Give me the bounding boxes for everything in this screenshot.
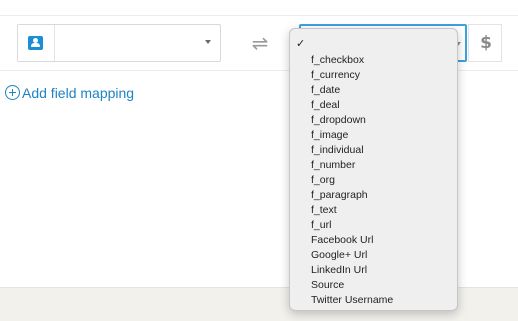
plus-circle-icon [5,85,20,100]
dropdown-option[interactable]: f_checkbox [290,53,457,68]
dropdown-option[interactable]: Facebook Url [290,233,457,248]
dropdown-option[interactable]: f_date [290,83,457,98]
dropdown-options-list: f_checkboxf_currencyf_datef_dealf_dropdo… [290,36,457,308]
dropdown-option[interactable]: f_number [290,158,457,173]
dropdown-option[interactable]: f_dropdown [290,113,457,128]
target-field-dropdown-menu[interactable]: f_checkboxf_currencyf_datef_dealf_dropdo… [289,28,458,311]
dropdown-option[interactable]: Source [290,278,457,293]
person-card-icon [28,36,43,50]
add-field-mapping-label: Add field mapping [22,85,135,101]
chevron-down-icon [205,40,211,44]
add-field-mapping-link[interactable]: Add field mapping [5,84,134,102]
currency-icon: $ [480,33,492,53]
swap-arrows-icon: ⇌ [251,31,269,55]
dropdown-option[interactable]: LinkedIn Url [290,263,457,278]
dropdown-option[interactable]: f_org [290,173,457,188]
dropdown-option[interactable]: f_deal [290,98,457,113]
entity-type-selector[interactable] [18,25,55,61]
dropdown-option[interactable]: Twitter Username [290,293,457,308]
dropdown-option[interactable]: f_url [290,218,457,233]
top-divider [0,15,518,16]
dropdown-option[interactable]: f_individual [290,143,457,158]
dropdown-option[interactable]: f_paragraph [290,188,457,203]
dropdown-option[interactable]: f_image [290,128,457,143]
dropdown-option[interactable]: Google+ Url [290,248,457,263]
source-field-select[interactable] [17,24,221,62]
dropdown-option[interactable]: f_text [290,203,457,218]
field-type-indicator: $ [468,24,502,62]
dropdown-option[interactable]: f_currency [290,68,457,83]
dropdown-option-empty[interactable] [290,36,457,53]
